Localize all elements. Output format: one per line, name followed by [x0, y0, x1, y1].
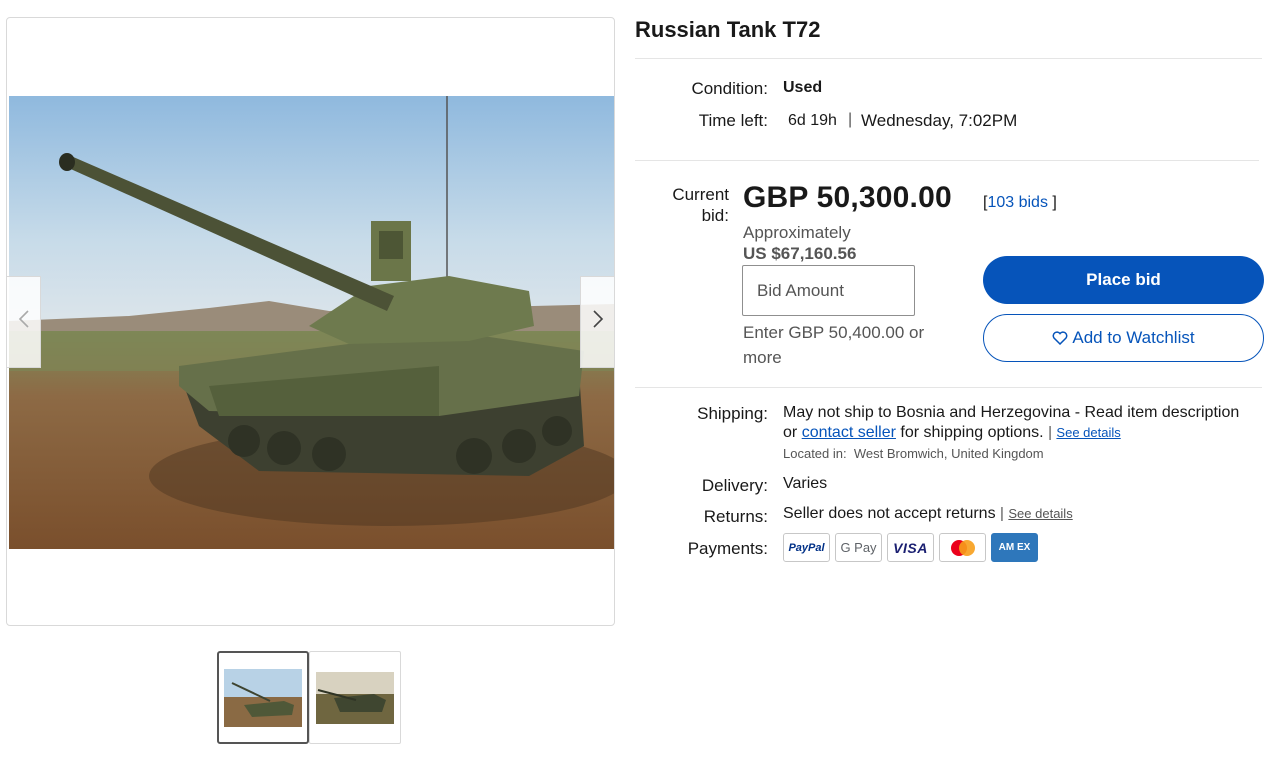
- delivery-label: Delivery:: [701, 476, 768, 495]
- thumbnail-2[interactable]: [309, 651, 401, 744]
- chevron-left-icon: [18, 309, 30, 335]
- time-left-separator: |: [848, 111, 853, 128]
- divider: [635, 58, 1262, 59]
- bid-amount-input[interactable]: [742, 265, 915, 316]
- contact-seller-link[interactable]: contact seller: [802, 424, 896, 441]
- returns-see-details-link[interactable]: See details: [1008, 506, 1072, 521]
- returns-separator: |: [1000, 505, 1004, 522]
- previous-image-button[interactable]: [7, 276, 41, 368]
- approx-label: Approximately: [743, 223, 851, 242]
- thumbnail-image: [316, 671, 394, 724]
- current-price: GBP 50,300.00: [743, 181, 952, 214]
- add-to-watchlist-label: Add to Watchlist: [1072, 328, 1195, 347]
- chevron-right-icon: [592, 309, 604, 335]
- payment-methods: PayPal G Pay VISA AM EX: [783, 533, 1038, 562]
- returns-info: Seller does not accept returns | See det…: [783, 505, 1073, 523]
- condition-value: Used: [783, 79, 823, 96]
- heart-icon: [1052, 331, 1068, 345]
- shipping-see-details-link[interactable]: See details: [1056, 425, 1120, 440]
- bid-count: [103 bids ]: [983, 194, 1057, 212]
- shipping-separator: |: [1048, 424, 1052, 441]
- image-viewer: [6, 17, 615, 626]
- condition-label: Condition:: [691, 79, 768, 98]
- divider: [635, 160, 1259, 161]
- add-to-watchlist-button[interactable]: Add to Watchlist: [983, 314, 1264, 362]
- listing-title: Russian Tank T72: [635, 17, 821, 42]
- amex-icon: AM EX: [991, 533, 1038, 562]
- current-bid-label-line1: Current: [672, 185, 729, 204]
- current-bid-label: Current bid:: [640, 184, 729, 226]
- thumbnail-1[interactable]: [217, 651, 309, 744]
- bid-history-link[interactable]: 103 bids: [987, 194, 1048, 211]
- bid-count-close-bracket: ]: [1052, 194, 1057, 211]
- shipping-text-2: for shipping options.: [900, 424, 1044, 441]
- returns-value: Seller does not accept returns: [783, 505, 996, 522]
- tank-photo: [9, 96, 614, 549]
- thumbnail-strip: [217, 651, 401, 744]
- delivery-value: Varies: [783, 475, 828, 492]
- place-bid-label: Place bid: [1086, 270, 1161, 289]
- current-bid-label-line2: bid:: [701, 206, 729, 225]
- end-time: Wednesday, 7:02PM: [861, 111, 1018, 130]
- located-value: West Bromwich, United Kingdom: [853, 446, 1044, 461]
- google-pay-icon: G Pay: [835, 533, 882, 562]
- next-image-button[interactable]: [580, 276, 614, 368]
- mastercard-icon: [939, 533, 986, 562]
- bid-hint: Enter GBP 50,400.00 or more: [743, 323, 925, 367]
- shipping-info: May not ship to Bosnia and Herzegovina -…: [783, 403, 1253, 443]
- returns-label: Returns:: [703, 507, 768, 526]
- shipping-label: Shipping:: [697, 404, 768, 423]
- payments-label: Payments:: [687, 539, 768, 558]
- paypal-icon: PayPal: [783, 533, 830, 562]
- main-listing-image[interactable]: [9, 96, 614, 549]
- time-left-value: 6d 19h: [788, 112, 837, 129]
- divider: [635, 387, 1262, 388]
- place-bid-button[interactable]: Place bid: [983, 256, 1264, 304]
- visa-icon: VISA: [887, 533, 934, 562]
- approx-price: US $67,160.56: [743, 244, 857, 263]
- item-location: Located in: West Bromwich, United Kingdo…: [783, 446, 1044, 461]
- thumbnail-image: [224, 668, 302, 727]
- time-left-label: Time left:: [698, 111, 768, 130]
- located-label: Located in:: [783, 446, 847, 461]
